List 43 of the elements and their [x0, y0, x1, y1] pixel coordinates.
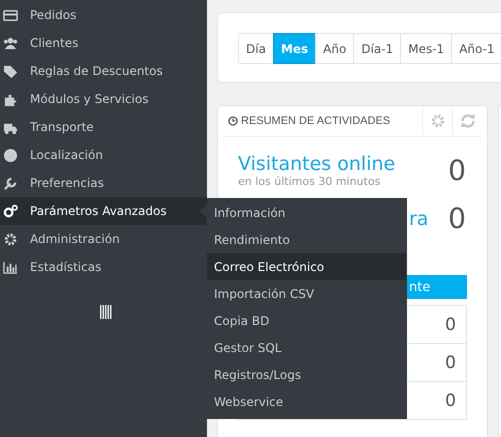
period-button[interactable]: Año: [315, 33, 354, 64]
card-title: RESUMEN DE ACTIVIDADES: [241, 115, 392, 127]
refresh-icon: [460, 113, 476, 129]
submenu-item[interactable]: Copia BD: [207, 307, 406, 334]
period-button[interactable]: Mes-1: [400, 33, 452, 64]
collapse-icon[interactable]: [100, 305, 112, 319]
metric-value: 0: [448, 154, 467, 187]
metric-caption: en los últimos 30 minutos: [238, 175, 382, 188]
period-button[interactable]: Día-1: [353, 33, 402, 64]
period-button[interactable]: Año-1: [451, 33, 501, 64]
submenu-item[interactable]: Importación CSV: [207, 280, 406, 307]
sidebar-item[interactable]: Módulos y Servicios: [0, 85, 207, 113]
sidebar-item[interactable]: Estadísticas: [0, 253, 207, 281]
gear-icon: [3, 232, 18, 246]
sidebar-item[interactable]: Clientes: [0, 29, 207, 57]
bar-chart-icon: [3, 260, 18, 274]
settings-icon: [430, 113, 446, 129]
sidebar-item[interactable]: Administración: [0, 225, 207, 253]
tag-icon: [3, 64, 18, 78]
sidebar-item[interactable]: Preferencias: [0, 169, 207, 197]
sidebar-item[interactable]: Reglas de Descuentos: [0, 57, 207, 85]
submenu-item[interactable]: Correo Electrónico: [207, 253, 406, 280]
card-icon: [3, 8, 18, 22]
sidebar-item[interactable]: Pedidos: [0, 1, 207, 29]
submenu-item[interactable]: Webservice: [207, 388, 406, 415]
table-cell: 0: [445, 390, 456, 410]
gears-icon: [3, 204, 18, 218]
table-cell: 0: [445, 314, 456, 334]
metric-value: 0: [448, 202, 467, 235]
metric-label: Visitantes online: [238, 153, 396, 175]
sidebar-item[interactable]: Transporte: [0, 113, 207, 141]
metric-label: ra: [409, 208, 428, 230]
users-icon: [3, 36, 18, 50]
period-button[interactable]: Día: [238, 33, 274, 64]
sidebar-item[interactable]: Localización: [0, 141, 207, 169]
wrench-icon: [3, 176, 18, 190]
submenu-item[interactable]: Gestor SQL: [207, 334, 406, 361]
submenu-item[interactable]: Registros/Logs: [207, 361, 406, 388]
table-cell: 0: [445, 352, 456, 372]
submenu-item[interactable]: Información: [207, 199, 406, 226]
clock-icon: [228, 116, 238, 126]
sidebar-item[interactable]: Parámetros Avanzados: [0, 197, 207, 225]
submenu-item[interactable]: Rendimiento: [207, 226, 406, 253]
